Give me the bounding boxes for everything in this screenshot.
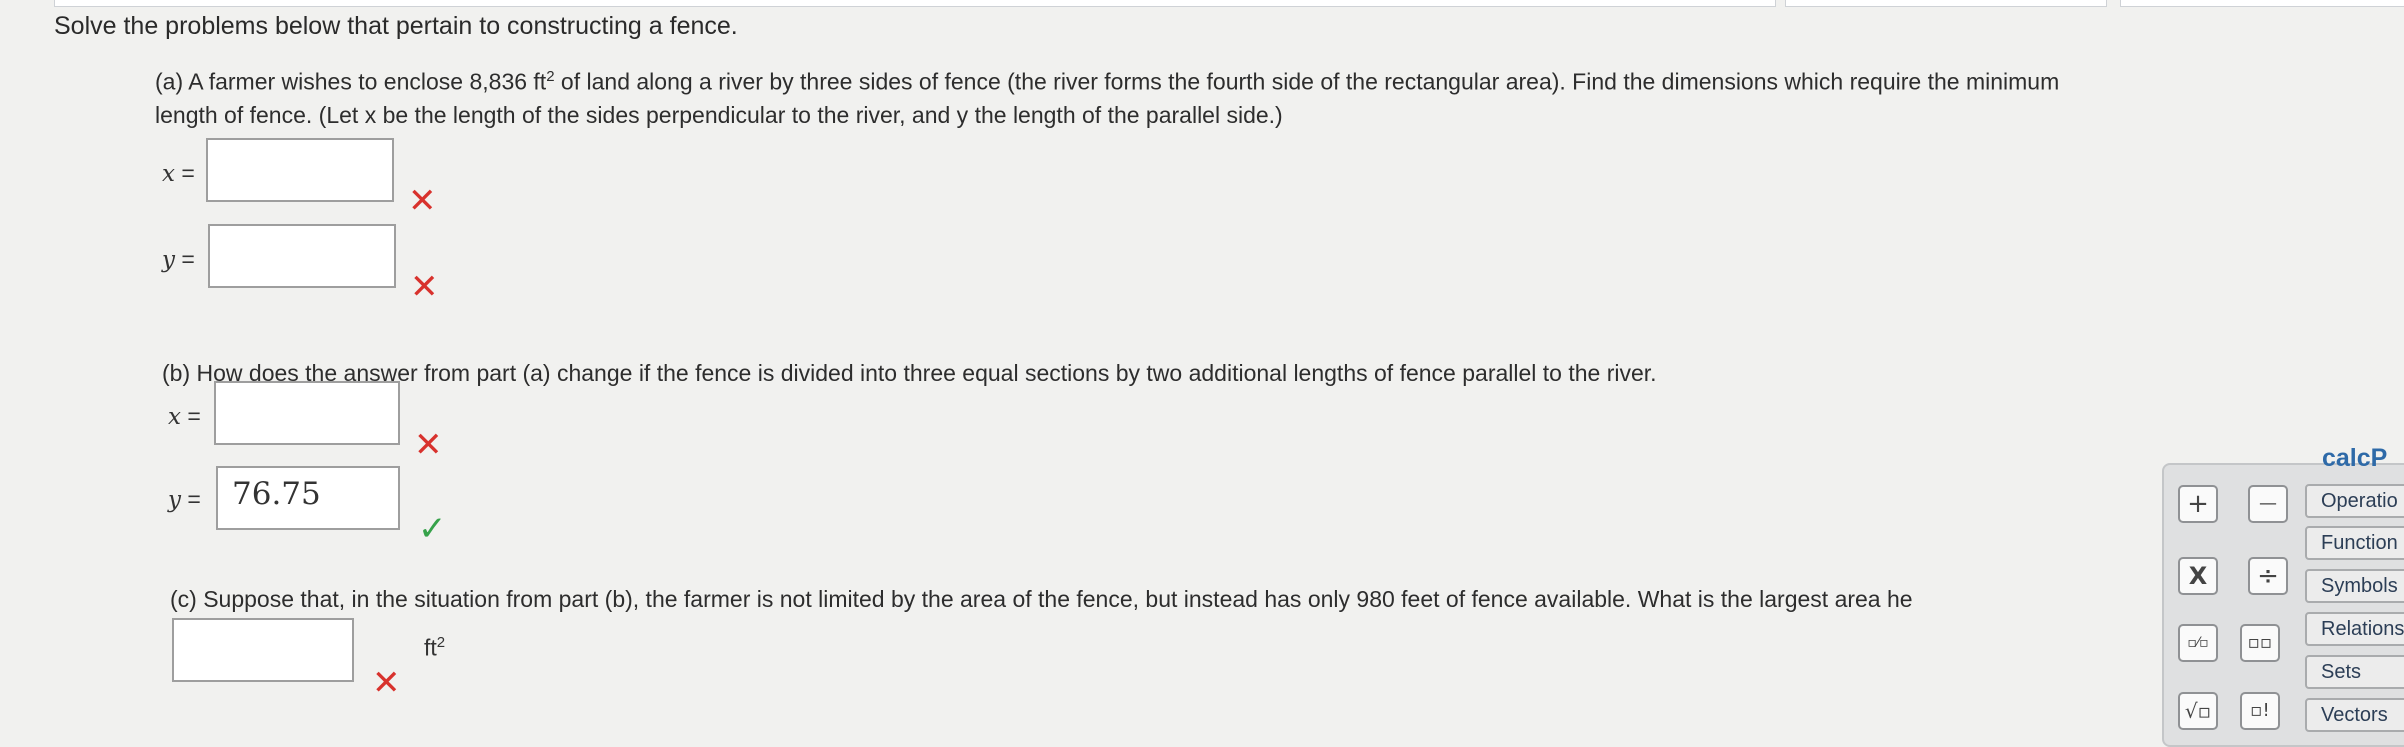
part-a-x-input[interactable]	[206, 138, 394, 202]
part-b-x-label: x =	[168, 403, 201, 430]
minus-key[interactable]: —	[2248, 485, 2288, 523]
divide-key[interactable]: ÷	[2248, 557, 2288, 595]
part-a-x-wrong-icon: ✕	[408, 182, 437, 220]
calcpad-vectors-tab[interactable]: Vectors	[2305, 698, 2404, 732]
calcpad-title: calcP	[2322, 444, 2388, 472]
part-c-question: (c) Suppose that, in the situation from …	[170, 586, 1913, 612]
part-a-y-label: y =	[162, 246, 195, 273]
plus-key[interactable]: +	[2178, 485, 2218, 523]
part-c-wrong-icon: ✕	[372, 664, 401, 702]
part-b-x-wrong-icon: ✕	[414, 426, 443, 464]
top-strip-right	[1785, 0, 2107, 7]
part-b-y-input[interactable]: 76.75	[216, 466, 400, 530]
top-strip	[54, 0, 1776, 7]
instructions: Solve the problems below that pertain to…	[54, 12, 738, 40]
calcpad-functions-tab[interactable]: Function	[2305, 526, 2404, 560]
part-c-unit: ft2	[424, 634, 446, 661]
power-key[interactable]: ▫▫	[2240, 624, 2280, 662]
fraction-key[interactable]: ▫⁄▫	[2178, 624, 2218, 662]
part-b-x-input[interactable]	[214, 381, 400, 445]
top-strip-far-right	[2120, 0, 2404, 7]
sqrt-key[interactable]: √▫	[2178, 692, 2218, 730]
part-a-y-wrong-icon: ✕	[410, 268, 439, 306]
part-a-y-input[interactable]	[208, 224, 396, 288]
calcpad-sets-tab[interactable]: Sets	[2305, 655, 2404, 689]
part-a-x-label: x =	[162, 160, 195, 187]
calcpad-relations-tab[interactable]: Relations	[2305, 612, 2404, 646]
factorial-key[interactable]: ▫!	[2240, 692, 2280, 730]
part-c-area-input[interactable]	[172, 618, 354, 682]
multiply-key[interactable]: X	[2178, 557, 2218, 595]
part-b-y-correct-icon: ✓	[418, 510, 447, 548]
part-a-question: (a) A farmer wishes to enclose 8,836 ft2…	[155, 68, 2060, 128]
calcpad-symbols-tab[interactable]: Symbols	[2305, 569, 2404, 603]
part-b-y-label: y =	[168, 486, 201, 513]
calcpad-operations-tab[interactable]: Operatio	[2305, 484, 2404, 518]
